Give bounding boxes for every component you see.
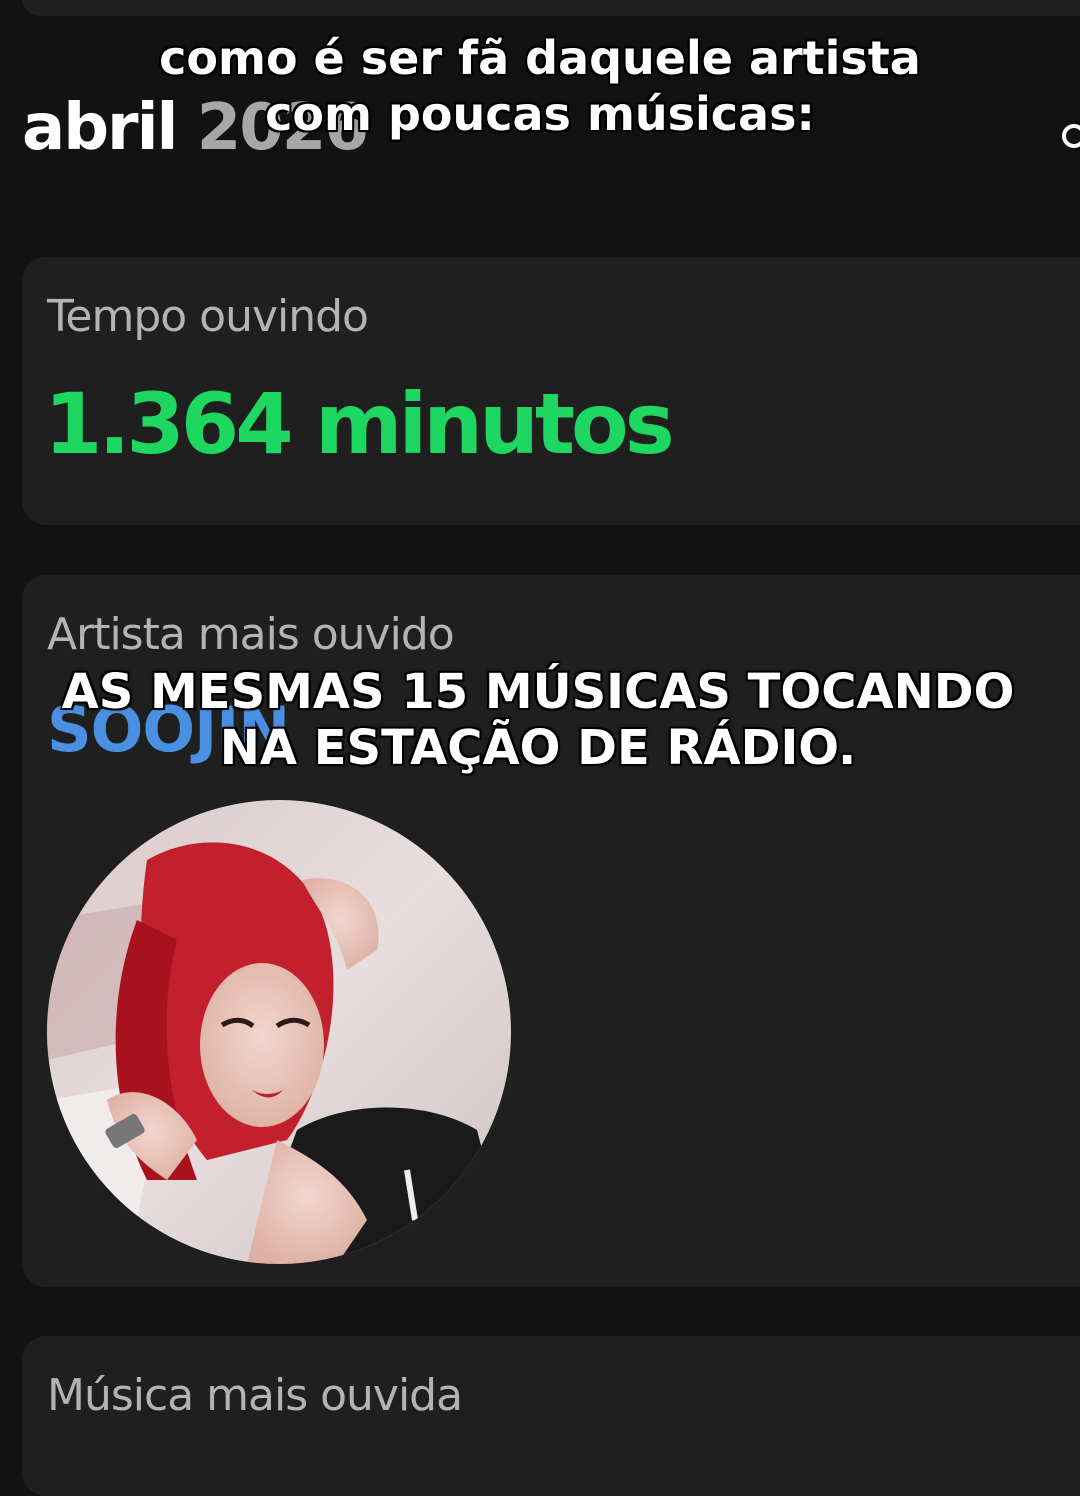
listening-time-label: Tempo ouvindo [47, 291, 369, 342]
top-artist-label: Artista mais ouvido [47, 609, 455, 660]
previous-card-edge [22, 0, 1080, 16]
caption-top-line-2: com poucas músicas: [265, 87, 815, 141]
listening-time-value: 1.364 minutos [44, 375, 675, 473]
artist-photo [47, 800, 511, 1264]
listening-time-card[interactable]: Tempo ouvindo 1.364 minutos [22, 257, 1080, 525]
caption-middle: AS MESMAS 15 MÚSICAS TOCANDO NA ESTAÇÃO … [0, 664, 1078, 776]
caption-top-line-1: como é ser fã daquele artista [159, 31, 921, 85]
top-song-card[interactable]: Música mais ouvida [22, 1336, 1080, 1496]
caption-top: como é ser fã daquele artista com poucas… [0, 30, 1080, 142]
chevron-right-icon[interactable] [1051, 282, 1080, 353]
chevron-right-icon[interactable] [1051, 1365, 1080, 1436]
top-song-label: Música mais ouvida [47, 1370, 463, 1421]
caption-middle-line-1: AS MESMAS 15 MÚSICAS TOCANDO [61, 664, 1015, 720]
chevron-right-icon[interactable] [1051, 602, 1080, 673]
caption-middle-line-2: NA ESTAÇÃO DE RÁDIO. [219, 720, 857, 776]
